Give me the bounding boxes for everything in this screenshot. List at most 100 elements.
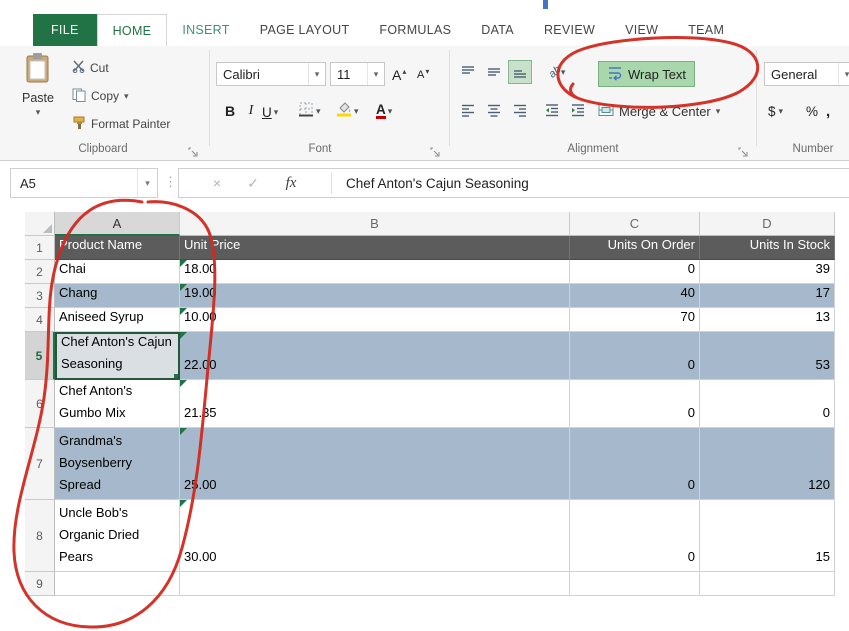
font-size-combo[interactable]: 11 ▾ <box>330 62 385 86</box>
align-top-button[interactable] <box>456 60 480 84</box>
cell-c5[interactable]: 0 <box>570 332 700 380</box>
cell-a6[interactable]: Chef Anton's Gumbo Mix <box>55 380 180 428</box>
cancel-icon[interactable]: × <box>201 169 233 197</box>
currency-format-button[interactable]: $ ▾ <box>768 100 783 122</box>
row-header-1[interactable]: 1 <box>25 236 55 260</box>
merge-center-dropdown-arrow[interactable]: ▾ <box>716 106 721 117</box>
comma-format-button[interactable]: , <box>826 100 830 122</box>
cell-d8[interactable]: 15 <box>700 500 835 572</box>
font-size-dropdown-arrow[interactable]: ▾ <box>367 63 384 85</box>
font-color-button[interactable]: A ▾ <box>376 99 392 123</box>
cell-d3[interactable]: 17 <box>700 284 835 308</box>
fill-color-button[interactable]: ▾ <box>336 99 359 123</box>
cell-a2[interactable]: Chai <box>55 260 180 284</box>
cell-b4[interactable]: 10.00 <box>180 308 570 332</box>
borders-button[interactable]: ▾ <box>298 99 321 123</box>
decrease-indent-button[interactable] <box>540 98 564 122</box>
tab-file[interactable]: FILE <box>33 14 97 46</box>
number-format-dropdown-arrow[interactable]: ▾ <box>838 63 849 85</box>
tab-formulas[interactable]: FORMULAS <box>364 14 466 46</box>
cell-b6[interactable]: 21.35 <box>180 380 570 428</box>
tab-home[interactable]: HOME <box>97 14 168 46</box>
align-middle-button[interactable] <box>482 60 506 84</box>
column-header-c[interactable]: C <box>570 212 700 236</box>
cell-d2[interactable]: 39 <box>700 260 835 284</box>
italic-button[interactable]: I <box>242 100 260 122</box>
font-name-combo[interactable]: Calibri ▾ <box>216 62 326 86</box>
enter-icon[interactable]: ✓ <box>237 169 269 197</box>
align-bottom-button[interactable] <box>508 60 532 84</box>
cell-c1[interactable]: Units On Order <box>570 236 700 260</box>
alignment-dialog-launcher-icon[interactable] <box>738 145 750 157</box>
cell-d4[interactable]: 13 <box>700 308 835 332</box>
align-center-button[interactable] <box>482 98 506 122</box>
underline-dropdown-arrow[interactable]: ▾ <box>274 107 279 118</box>
percent-format-button[interactable]: % <box>806 100 818 122</box>
formula-input[interactable]: Chef Anton's Cajun Seasoning <box>346 169 529 197</box>
merge-center-button[interactable]: Merge & Center ▾ <box>598 99 720 123</box>
cell-a7[interactable]: Grandma's Boysenberry Spread <box>55 428 180 500</box>
wrap-text-button[interactable]: Wrap Text <box>598 61 695 87</box>
column-header-b[interactable]: B <box>180 212 570 236</box>
cell-a3[interactable]: Chang <box>55 284 180 308</box>
tab-data[interactable]: DATA <box>466 14 529 46</box>
row-header-5[interactable]: 5 <box>25 332 55 380</box>
cell-a1[interactable]: Product Name <box>55 236 180 260</box>
cell-d1[interactable]: Units In Stock <box>700 236 835 260</box>
cell-c3[interactable]: 40 <box>570 284 700 308</box>
cut-button[interactable]: Cut <box>72 57 109 79</box>
cell-c4[interactable]: 70 <box>570 308 700 332</box>
cell-a9[interactable] <box>55 572 180 596</box>
paste-button[interactable]: Paste ▾ <box>14 52 62 142</box>
cell-c2[interactable]: 0 <box>570 260 700 284</box>
orientation-button[interactable]: ab ▾ <box>540 60 574 84</box>
currency-dropdown-arrow[interactable]: ▾ <box>779 106 784 117</box>
number-format-combo[interactable]: General ▾ <box>764 62 849 86</box>
cell-a5-active[interactable]: Chef Anton's Cajun Seasoning <box>55 332 180 380</box>
borders-dropdown-arrow[interactable]: ▾ <box>316 106 321 117</box>
row-header-8[interactable]: 8 <box>25 500 55 572</box>
tab-page-layout[interactable]: PAGE LAYOUT <box>245 14 365 46</box>
formula-bar-resize-dots[interactable]: ⋮ <box>164 174 177 190</box>
copy-dropdown-arrow[interactable]: ▾ <box>124 91 129 102</box>
cell-c7[interactable]: 0 <box>570 428 700 500</box>
name-box-dropdown-arrow[interactable]: ▾ <box>137 169 157 197</box>
row-header-4[interactable]: 4 <box>25 308 55 332</box>
row-header-7[interactable]: 7 <box>25 428 55 500</box>
cell-c9[interactable] <box>570 572 700 596</box>
font-color-dropdown-arrow[interactable]: ▾ <box>388 106 393 117</box>
cell-c6[interactable]: 0 <box>570 380 700 428</box>
tab-view[interactable]: VIEW <box>610 14 673 46</box>
increase-indent-button[interactable] <box>566 98 590 122</box>
cell-b2[interactable]: 18.00 <box>180 260 570 284</box>
row-header-2[interactable]: 2 <box>25 260 55 284</box>
name-box[interactable]: A5 ▾ <box>10 168 158 198</box>
insert-function-icon[interactable]: fx <box>275 169 307 197</box>
cell-c8[interactable]: 0 <box>570 500 700 572</box>
row-header-9[interactable]: 9 <box>25 572 55 596</box>
font-name-dropdown-arrow[interactable]: ▾ <box>308 63 325 85</box>
clipboard-dialog-launcher-icon[interactable] <box>188 145 200 157</box>
cell-d7[interactable]: 120 <box>700 428 835 500</box>
tab-review[interactable]: REVIEW <box>529 14 610 46</box>
select-all-button[interactable] <box>25 212 55 236</box>
cell-b3[interactable]: 19.00 <box>180 284 570 308</box>
underline-button[interactable]: U ▾ <box>262 100 278 124</box>
column-header-a[interactable]: A <box>55 212 180 236</box>
cell-b7[interactable]: 25.00 <box>180 428 570 500</box>
align-left-button[interactable] <box>456 98 480 122</box>
row-header-3[interactable]: 3 <box>25 284 55 308</box>
cell-b9[interactable] <box>180 572 570 596</box>
cell-d5[interactable]: 53 <box>700 332 835 380</box>
cell-b1[interactable]: Unit Price <box>180 236 570 260</box>
format-painter-button[interactable]: Format Painter <box>72 113 170 135</box>
bold-button[interactable]: B <box>220 100 240 122</box>
copy-button[interactable]: Copy ▾ <box>72 85 129 107</box>
cell-a8[interactable]: Uncle Bob's Organic Dried Pears <box>55 500 180 572</box>
font-dialog-launcher-icon[interactable] <box>430 145 442 157</box>
cell-d9[interactable] <box>700 572 835 596</box>
grow-font-button[interactable]: A ▴ <box>392 64 406 86</box>
tab-team[interactable]: TEAM <box>673 14 739 46</box>
cell-b5[interactable]: 22.00 <box>180 332 570 380</box>
align-right-button[interactable] <box>508 98 532 122</box>
